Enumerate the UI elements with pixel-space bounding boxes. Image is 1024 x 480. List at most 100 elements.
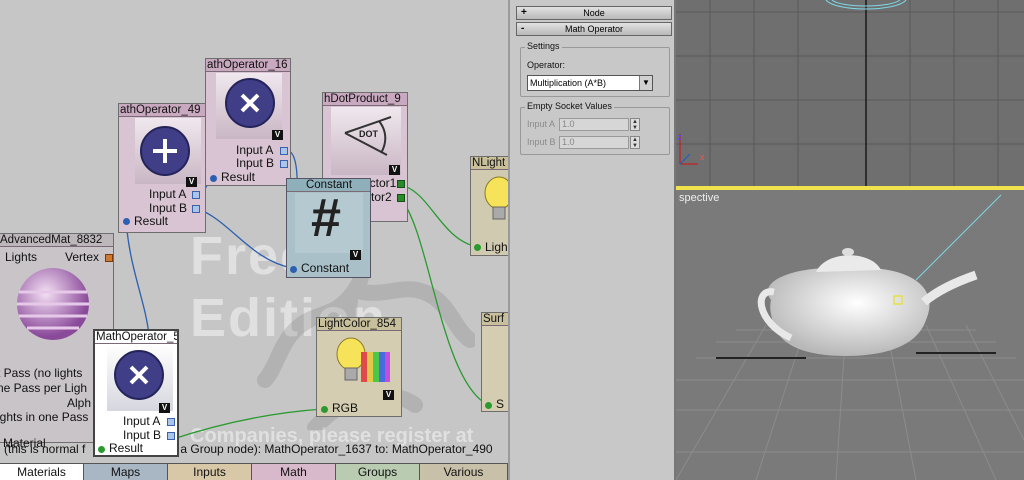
input-b-spinner[interactable]: 1.0 ▲ ▼ (559, 136, 640, 149)
viewport-perspective[interactable]: spective (676, 190, 1024, 480)
category-tabs: Materials Maps Inputs Math Groups Variou… (0, 463, 508, 480)
visibility-badge[interactable]: V (383, 390, 394, 400)
spinner-arrows-icon[interactable]: ▲ ▼ (630, 118, 640, 131)
settings-group: Settings Operator: Multiplication (A*B) … (520, 41, 670, 97)
visibility-badge[interactable]: V (272, 130, 283, 140)
viewport-grid: z x (676, 0, 1024, 186)
expand-icon: + (521, 7, 527, 18)
viewport-top[interactable]: z x (676, 0, 1024, 186)
rollout-node[interactable]: + Node (516, 6, 672, 20)
port-constant: Constant (301, 261, 350, 275)
input-a-spinner[interactable]: 1.0 ▲ ▼ (559, 118, 640, 131)
material-label: Material (3, 436, 46, 450)
socket-input-b[interactable] (280, 160, 288, 168)
perspective-scene (676, 194, 1024, 480)
collapse-icon: - (521, 23, 525, 34)
operator-select[interactable]: Multiplication (A*B) ▼ (527, 75, 653, 91)
visibility-badge[interactable]: V (389, 165, 400, 175)
port-surface: S (496, 397, 505, 411)
tab-inputs[interactable]: Inputs (168, 463, 252, 480)
operator-label: Operator: (527, 60, 566, 70)
socket-input-b[interactable] (192, 205, 200, 213)
input-a-value: 1.0 (562, 119, 575, 129)
light-color-icon (336, 337, 390, 382)
axis-x-label: x (700, 152, 705, 162)
socket-input-a[interactable] (167, 418, 175, 426)
operator-value: Multiplication (A*B) (530, 78, 607, 88)
node-surface-partial[interactable]: Surf S (481, 312, 508, 412)
socket-constant[interactable] (290, 266, 297, 273)
lightbulb-icon (484, 176, 508, 220)
axis-z-label: z (677, 132, 682, 142)
tab-math[interactable]: Math (252, 463, 336, 480)
dot-product-icon: DOT (344, 116, 392, 156)
input-a-label: Input A (527, 119, 556, 129)
app-window: Free Edition Companies, please register … (0, 0, 1024, 480)
multiply-icon (225, 78, 275, 128)
socket-rgb[interactable] (321, 406, 328, 413)
dot-label: DOT (359, 129, 379, 139)
node-editor-canvas[interactable]: Free Edition Companies, please register … (0, 0, 508, 463)
port-result: Result (221, 170, 256, 184)
material-option-1: t Pass (no lights (0, 366, 83, 380)
node-title: LightColor_854 (317, 318, 401, 331)
node-light-partial[interactable]: NLight Ligh (470, 156, 508, 256)
node-title: MathOperator_5 (95, 331, 177, 344)
visibility-badge[interactable]: V (350, 250, 361, 260)
properties-panel: + Node - Math Operator Settings Operator… (508, 0, 676, 480)
multiply-icon (114, 350, 164, 400)
visibility-badge[interactable]: V (186, 177, 197, 187)
port-input-b: Input B (236, 156, 275, 170)
rollout-node-label: Node (583, 8, 605, 18)
input-b-label: Input B (527, 137, 556, 147)
node-math-operator-selected[interactable]: MathOperator_5 V Input A Input B Result (93, 329, 179, 457)
node-title: AdvancedMat_8832 (0, 234, 113, 247)
input-b-value: 1.0 (562, 137, 575, 147)
plus-icon (140, 126, 190, 176)
node-title: Surf (482, 313, 508, 326)
socket-input-a[interactable] (280, 147, 288, 155)
tab-various[interactable]: Various (420, 463, 508, 480)
tab-maps[interactable]: Maps (84, 463, 168, 480)
material-sphere-icon (17, 268, 89, 340)
node-math-operator-multiply[interactable]: athOperator_16 V Input A Input B Result (205, 58, 291, 186)
socket-result[interactable] (123, 218, 130, 225)
socket-light[interactable] (474, 244, 481, 251)
node-title: NLight (471, 157, 508, 170)
settings-title: Settings (525, 41, 562, 51)
socket-result[interactable] (210, 175, 217, 182)
socket-surface[interactable] (485, 402, 492, 409)
port-result: Result (134, 214, 169, 228)
rollout-math-operator[interactable]: - Math Operator (516, 22, 672, 36)
port-input-a: Input A (123, 414, 161, 428)
socket-input-a[interactable] (192, 191, 200, 199)
socket-result[interactable] (98, 446, 105, 453)
tab-materials[interactable]: Materials (0, 463, 84, 480)
chevron-down-icon[interactable]: ▼ (639, 76, 652, 90)
socket-vector1[interactable] (397, 180, 405, 188)
empty-socket-group: Empty Socket Values Input A 1.0 ▲ ▼ Input… (520, 101, 670, 155)
port-rgb: RGB (332, 401, 359, 415)
node-title: hDotProduct_9 (323, 93, 407, 106)
viewport-label[interactable]: spective (679, 192, 719, 204)
node-constant[interactable]: Constant # V Constant (286, 178, 371, 278)
hash-icon: # (311, 188, 342, 248)
node-title: athOperator_49 (119, 104, 205, 117)
visibility-badge[interactable]: V (159, 403, 170, 413)
port-result: Result (109, 441, 144, 455)
rollout-math-label: Math Operator (564, 24, 624, 34)
tab-groups[interactable]: Groups (336, 463, 420, 480)
empty-socket-title: Empty Socket Values (525, 101, 614, 111)
material-option-4: ights in one Pass (0, 410, 89, 424)
material-option-2: ne Pass per Ligh (0, 381, 88, 395)
spinner-arrows-icon[interactable]: ▲ ▼ (630, 136, 640, 149)
port-light: Ligh (485, 240, 508, 254)
socket-vector2[interactable] (397, 194, 405, 202)
node-title: athOperator_16 (206, 59, 290, 72)
port-lights: Lights (5, 250, 38, 264)
node-light-color[interactable]: LightColor_854 V RGB (316, 317, 402, 417)
material-option-3: Alph (67, 396, 92, 410)
socket-vertex[interactable] (105, 254, 113, 262)
node-math-operator-add[interactable]: athOperator_49 V Input A Input B Result (118, 103, 206, 233)
socket-input-b[interactable] (167, 432, 175, 440)
